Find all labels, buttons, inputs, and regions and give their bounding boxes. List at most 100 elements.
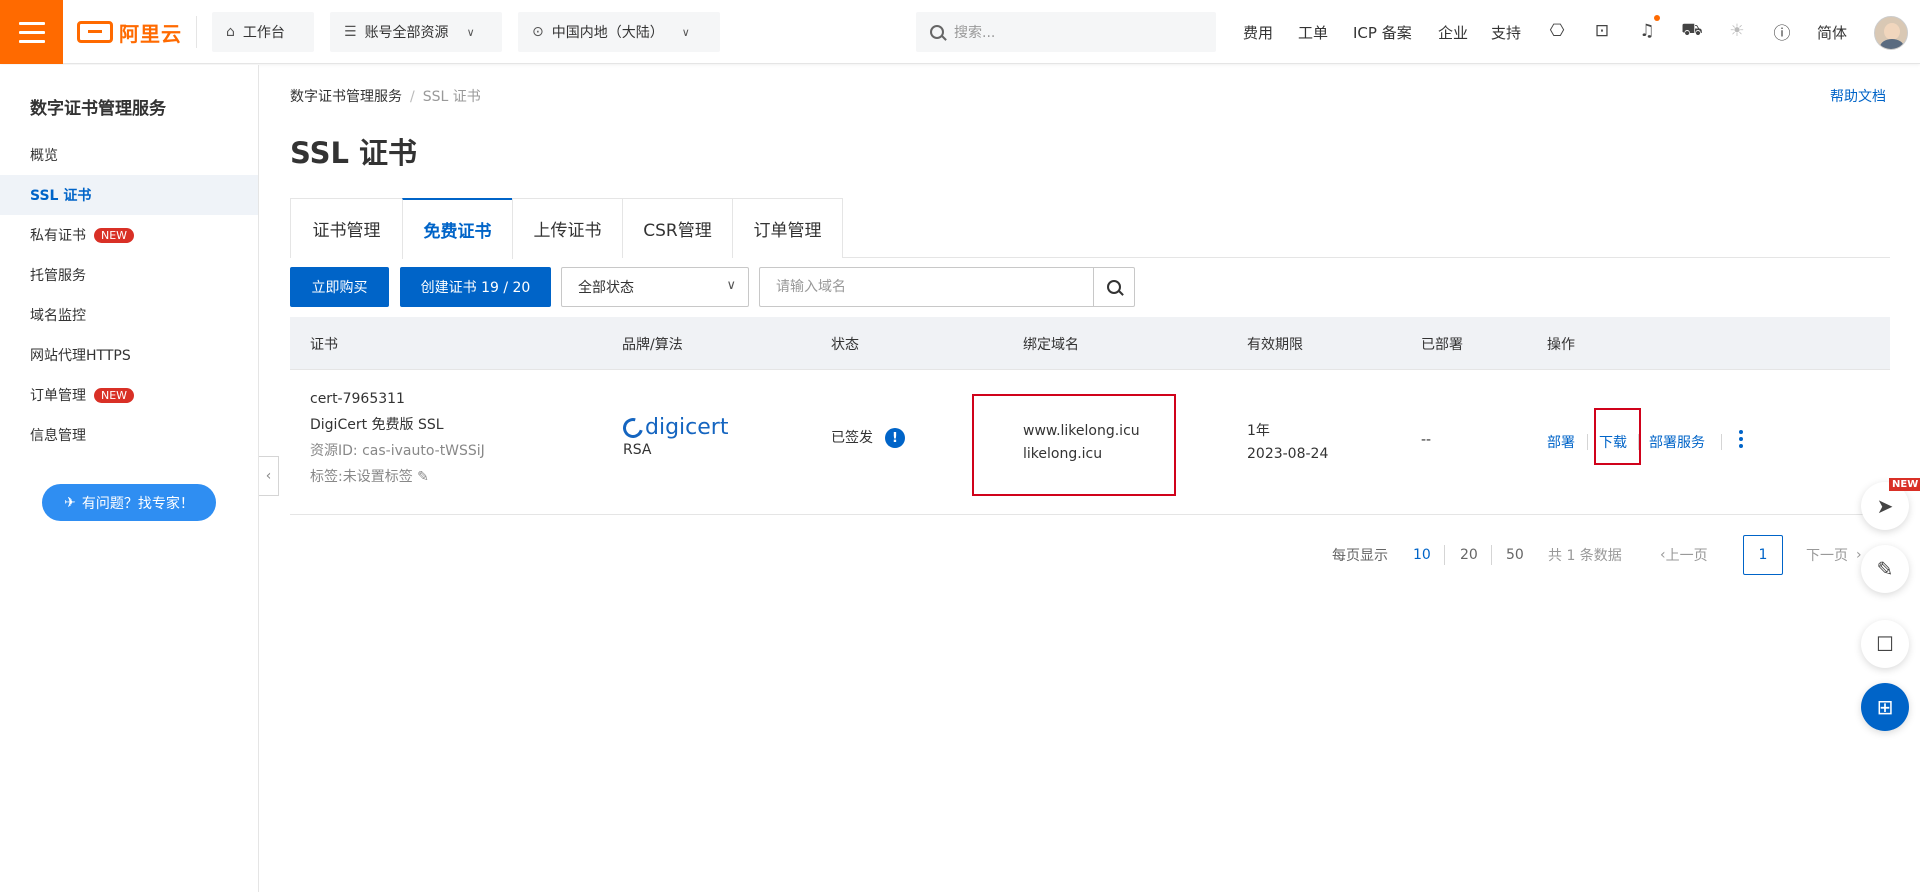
grid-icon: ⊞ bbox=[1876, 695, 1894, 719]
next-page-button[interactable]: 下一页 › bbox=[1806, 535, 1862, 575]
chevron-down-icon: ∨ bbox=[726, 278, 736, 293]
domain-cell: www.likelong.icu likelong.icu bbox=[1023, 420, 1140, 466]
pencil-icon: ✎ bbox=[1876, 557, 1894, 581]
exclamation-icon[interactable]: ! bbox=[885, 428, 905, 448]
logo-text: 阿里云 bbox=[119, 21, 182, 46]
new-badge: NEW bbox=[94, 387, 135, 403]
cart-icon[interactable]: ⛟ bbox=[1681, 20, 1703, 42]
sidebar-item-orders[interactable]: 订单管理 NEW bbox=[0, 375, 258, 415]
topnav-enterprise[interactable]: 企业 bbox=[1438, 22, 1468, 43]
download-link[interactable]: 下载 bbox=[1599, 432, 1627, 452]
domain-1: www.likelong.icu bbox=[1023, 423, 1140, 439]
edit-float-button[interactable]: ✎ bbox=[1861, 545, 1909, 593]
paper-plane-icon: ➤ bbox=[1876, 494, 1894, 518]
sidebar-item-label: 托管服务 bbox=[30, 268, 86, 284]
col-status: 状态 bbox=[831, 337, 859, 353]
col-domain: 绑定域名 bbox=[1023, 337, 1079, 353]
language-switch[interactable]: 简体 bbox=[1817, 22, 1847, 43]
tab-cert-management[interactable]: 证书管理 bbox=[290, 198, 403, 258]
breadcrumb-current: SSL 证书 bbox=[422, 89, 481, 105]
page-size-50[interactable]: 50 bbox=[1506, 535, 1524, 575]
workbench-button[interactable]: ⌂ 工作台 bbox=[212, 12, 314, 52]
new-badge: NEW bbox=[94, 227, 135, 243]
resource-scope-dropdown[interactable]: ☰ 账号全部资源 ∨ bbox=[330, 12, 502, 52]
action-separator bbox=[1721, 434, 1722, 450]
location-pin-icon: ⊙ bbox=[532, 24, 544, 40]
divider bbox=[196, 16, 197, 48]
sidebar-item-private-cert[interactable]: 私有证书 NEW bbox=[0, 215, 258, 255]
sidebar-item-https-proxy[interactable]: 网站代理HTTPS bbox=[0, 335, 258, 375]
topnav-support[interactable]: 支持 bbox=[1491, 22, 1521, 43]
topnav-icp[interactable]: ICP 备案 bbox=[1353, 22, 1412, 43]
page-size-10[interactable]: 10 bbox=[1413, 535, 1431, 575]
more-actions-icon[interactable] bbox=[1739, 430, 1743, 448]
chevron-down-icon: ∨ bbox=[466, 25, 475, 39]
region-dropdown[interactable]: ⊙ 中国内地（大陆） ∨ bbox=[518, 12, 720, 52]
sidebar-item-overview[interactable]: 概览 bbox=[0, 135, 258, 175]
deploy-link[interactable]: 部署 bbox=[1547, 432, 1575, 452]
pencil-icon[interactable]: ✎ bbox=[417, 469, 429, 485]
user-avatar[interactable] bbox=[1874, 16, 1908, 50]
tab-upload-cert[interactable]: 上传证书 bbox=[512, 198, 623, 258]
pagination: 每页显示 10 20 50 共 1 条数据 ‹ 上一页 1 下一页 › bbox=[0, 535, 1920, 575]
page-size-20[interactable]: 20 bbox=[1460, 535, 1478, 575]
sidebar-item-label: 订单管理 bbox=[30, 388, 86, 404]
aliyun-logo[interactable]: 阿里云 bbox=[77, 18, 182, 46]
tags-label: 标签:未设置标签 bbox=[310, 469, 413, 485]
search-placeholder: 搜索... bbox=[954, 25, 996, 41]
topnav-fees[interactable]: 费用 bbox=[1243, 22, 1273, 43]
validity-cell: 1年 2023-08-24 bbox=[1247, 420, 1328, 466]
sidebar-item-label: 私有证书 bbox=[30, 228, 86, 244]
sidebar-title: 数字证书管理服务 bbox=[30, 99, 166, 119]
status-text: 已签发 bbox=[831, 430, 873, 446]
bell-icon[interactable]: ♫ bbox=[1636, 20, 1658, 42]
help-doc-link[interactable]: 帮助文档 bbox=[1830, 86, 1886, 106]
apps-float-button[interactable]: ⊞ bbox=[1861, 683, 1909, 731]
next-page-label: 下一页 bbox=[1806, 548, 1848, 564]
tab-free-cert[interactable]: 免费证书 bbox=[402, 198, 513, 259]
topnav-tickets[interactable]: 工单 bbox=[1298, 22, 1328, 43]
col-cert: 证书 bbox=[310, 337, 338, 353]
cert-name: DigiCert 免费版 SSL bbox=[310, 417, 444, 433]
stack-icon: ☰ bbox=[344, 24, 357, 40]
help-circle-icon[interactable]: ⓘ bbox=[1771, 20, 1793, 44]
buy-now-button[interactable]: 立即购买 bbox=[290, 267, 389, 307]
expire-date: 2023-08-24 bbox=[1247, 446, 1329, 462]
sidebar-item-domain-monitor[interactable]: 域名监控 bbox=[0, 295, 258, 335]
tab-orders[interactable]: 订单管理 bbox=[732, 198, 843, 258]
sidebar-item-ssl[interactable]: SSL 证书 bbox=[0, 175, 258, 215]
sidebar-item-label: 域名监控 bbox=[30, 308, 86, 324]
ask-expert-label: 有问题？找专家！ bbox=[81, 495, 194, 512]
sidebar-collapse-button[interactable]: ‹ bbox=[259, 456, 279, 496]
app-icon[interactable]: ⎔ bbox=[1546, 20, 1568, 42]
sidebar-item-info[interactable]: 信息管理 bbox=[0, 415, 258, 455]
sidebar-item-label: 概览 bbox=[30, 148, 58, 164]
sidebar-item-label: 网站代理HTTPS bbox=[30, 348, 131, 364]
domain-search-button[interactable] bbox=[1093, 267, 1135, 307]
page-1-button[interactable]: 1 bbox=[1743, 535, 1783, 575]
ask-expert-button[interactable]: ✈ 有问题？找专家！ bbox=[42, 484, 216, 521]
status-select[interactable]: 全部状态 ∨ bbox=[561, 267, 749, 307]
create-cert-button[interactable]: 创建证书 19 / 20 bbox=[400, 267, 551, 307]
tab-csr[interactable]: CSR管理 bbox=[622, 198, 733, 258]
breadcrumb-separator: / bbox=[410, 89, 415, 105]
status-select-value: 全部状态 bbox=[578, 280, 634, 296]
breadcrumb: 数字证书管理服务 / SSL 证书 bbox=[290, 86, 481, 106]
action-separator bbox=[1638, 434, 1639, 450]
tags-row[interactable]: 标签:未设置标签 ✎ bbox=[310, 464, 485, 490]
chat-float-button[interactable]: ☐ bbox=[1861, 620, 1909, 668]
terminal-icon[interactable]: ⊡ bbox=[1591, 20, 1613, 42]
deploy-service-link[interactable]: 部署服务 bbox=[1649, 432, 1705, 452]
prev-page-button[interactable]: ‹ 上一页 bbox=[1660, 535, 1708, 575]
domain-2: likelong.icu bbox=[1023, 446, 1103, 462]
breadcrumb-item[interactable]: 数字证书管理服务 bbox=[290, 89, 402, 105]
workbench-label: 工作台 bbox=[242, 25, 285, 41]
sidebar-item-managed[interactable]: 托管服务 bbox=[0, 255, 258, 295]
global-search-input[interactable]: 搜索... bbox=[916, 12, 1216, 52]
col-deployed: 已部署 bbox=[1421, 337, 1463, 353]
hamburger-menu-icon[interactable] bbox=[0, 0, 63, 64]
aliyun-logo-mark bbox=[77, 21, 113, 43]
lightbulb-icon[interactable]: ☀ bbox=[1726, 20, 1748, 42]
tab-bar: 证书管理 免费证书 上传证书 CSR管理 订单管理 bbox=[290, 198, 1890, 259]
domain-search-input[interactable] bbox=[759, 267, 1094, 307]
